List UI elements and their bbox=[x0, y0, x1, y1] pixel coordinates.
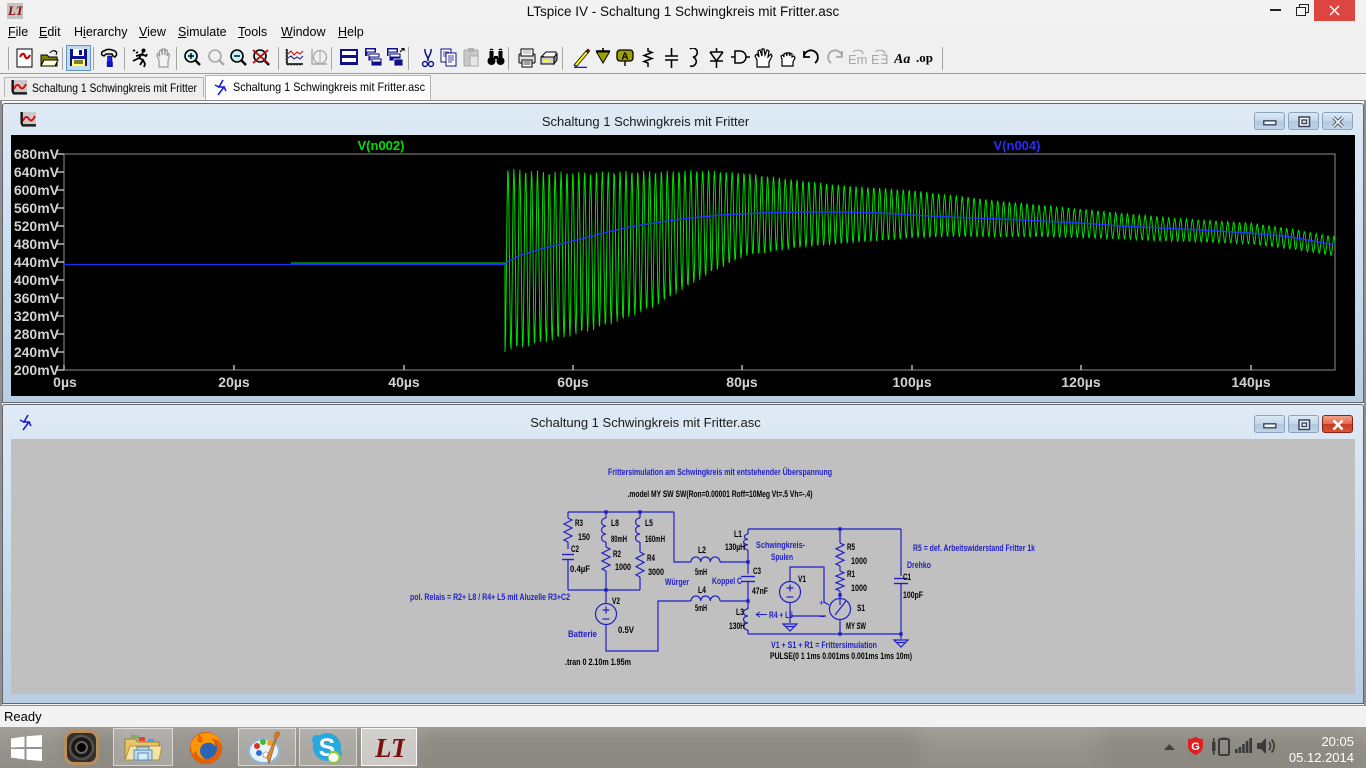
svg-text:280mV: 280mV bbox=[14, 326, 60, 342]
svg-text:Würger: Würger bbox=[665, 577, 689, 587]
svg-text:47nF: 47nF bbox=[752, 586, 768, 596]
svg-text:400mV: 400mV bbox=[14, 272, 60, 288]
svg-text:520mV: 520mV bbox=[14, 218, 60, 234]
svg-text:80mH: 80mH bbox=[611, 534, 627, 544]
svg-text:+: + bbox=[819, 598, 824, 608]
svg-text:Spulen: Spulen bbox=[771, 552, 793, 562]
svg-text:R5: R5 bbox=[847, 542, 855, 552]
svg-text:V(n004): V(n004) bbox=[994, 138, 1041, 153]
svg-text:0µs: 0µs bbox=[53, 374, 77, 390]
svg-text:S1: S1 bbox=[857, 603, 865, 613]
svg-text:20µs: 20µs bbox=[218, 374, 250, 390]
svg-text:3000: 3000 bbox=[648, 567, 664, 577]
svg-text:.tran 0 2.10m 1.95m: .tran 0 2.10m 1.95m bbox=[565, 657, 631, 667]
svg-text:0.4µF: 0.4µF bbox=[570, 564, 590, 574]
svg-text:1000: 1000 bbox=[851, 556, 867, 566]
svg-text:L1: L1 bbox=[734, 529, 742, 539]
svg-text:480mV: 480mV bbox=[14, 236, 60, 252]
svg-text:130H: 130H bbox=[729, 621, 745, 631]
svg-text:Schaltung 1 Schwingkreis mit F: Schaltung 1 Schwingkreis mit Fritter.asc bbox=[233, 80, 425, 94]
svg-text:0.5V: 0.5V bbox=[618, 625, 634, 635]
svg-text:Drehko: Drehko bbox=[907, 560, 931, 570]
svg-text:pol. Relais = R2+ L8 / R4+ L5: pol. Relais = R2+ L8 / R4+ L5 mit Aluzel… bbox=[410, 592, 570, 602]
svg-text:−: − bbox=[819, 612, 825, 623]
svg-text:60µs: 60µs bbox=[557, 374, 589, 390]
svg-text:120µs: 120µs bbox=[1061, 374, 1100, 390]
svg-text:Aa: Aa bbox=[894, 52, 910, 67]
svg-text:G: G bbox=[1191, 741, 1200, 753]
svg-text:V2: V2 bbox=[612, 596, 620, 606]
svg-text:640mV: 640mV bbox=[14, 164, 60, 180]
svg-text:V1: V1 bbox=[798, 574, 806, 584]
svg-text:MY SW: MY SW bbox=[846, 621, 866, 631]
svg-text:1000: 1000 bbox=[851, 583, 867, 593]
svg-text:1000: 1000 bbox=[615, 562, 631, 572]
svg-text:L2: L2 bbox=[698, 545, 706, 555]
svg-text:680mV: 680mV bbox=[14, 146, 60, 162]
svg-text:L8: L8 bbox=[611, 518, 619, 528]
svg-text:C1: C1 bbox=[903, 572, 911, 582]
svg-text:R4: R4 bbox=[647, 553, 655, 563]
svg-text:R4 + L5: R4 + L5 bbox=[769, 610, 793, 620]
svg-text:A: A bbox=[621, 52, 628, 63]
svg-text:320mV: 320mV bbox=[14, 308, 60, 324]
svg-text:360mV: 360mV bbox=[14, 290, 60, 306]
svg-text:.model MY SW SW(Ron=0.00001 Ro: .model MY SW SW(Ron=0.00001 Roff=10Meg V… bbox=[628, 489, 813, 499]
svg-text:C3: C3 bbox=[753, 566, 761, 576]
svg-text:V1 + S1 + R1 = Frittersimulati: V1 + S1 + R1 = Frittersimulation bbox=[771, 640, 877, 650]
svg-text:Em: Em bbox=[848, 52, 867, 67]
svg-text:R3: R3 bbox=[575, 518, 583, 528]
svg-text:L5: L5 bbox=[645, 518, 653, 528]
svg-text:80µs: 80µs bbox=[726, 374, 758, 390]
svg-text:R2: R2 bbox=[613, 549, 621, 559]
svg-text:E: E bbox=[871, 52, 880, 67]
svg-text:160mH: 160mH bbox=[645, 534, 665, 544]
svg-text:140µs: 140µs bbox=[1231, 374, 1270, 390]
svg-text:C2: C2 bbox=[571, 544, 579, 554]
svg-text:100pF: 100pF bbox=[903, 590, 923, 600]
svg-text:Schaltung 1 Schwingkreis mit F: Schaltung 1 Schwingkreis mit Fritter bbox=[32, 81, 197, 95]
svg-text:R1: R1 bbox=[847, 569, 855, 579]
svg-text:40µs: 40µs bbox=[388, 374, 420, 390]
svg-text:560mV: 560mV bbox=[14, 200, 60, 216]
svg-text:.op: .op bbox=[916, 50, 933, 65]
svg-text:Frittersimulation am Schwingkr: Frittersimulation am Schwingkreis mit en… bbox=[608, 467, 832, 477]
svg-text:5mH: 5mH bbox=[695, 567, 707, 577]
svg-text:V(n002): V(n002) bbox=[358, 138, 405, 153]
svg-text:5mH: 5mH bbox=[695, 603, 707, 613]
svg-text:150: 150 bbox=[578, 532, 590, 542]
svg-text:R5 = def. Arbeitswiderstand Fr: R5 = def. Arbeitswiderstand Fritter 1k bbox=[913, 543, 1036, 553]
svg-text:Koppel C: Koppel C bbox=[712, 576, 742, 586]
svg-text:130µH: 130µH bbox=[725, 542, 745, 552]
svg-text:L3: L3 bbox=[736, 607, 744, 617]
svg-text:440mV: 440mV bbox=[14, 254, 60, 270]
svg-text:PULSE(0 1 1ms 0.001ms 0.001ms: PULSE(0 1 1ms 0.001ms 0.001ms 1ms 10m) bbox=[770, 651, 912, 661]
svg-text:Batterie: Batterie bbox=[568, 629, 597, 639]
svg-text:Schwingkreis-: Schwingkreis- bbox=[756, 540, 805, 550]
svg-text:LT: LT bbox=[7, 3, 23, 18]
svg-text:600mV: 600mV bbox=[14, 182, 60, 198]
svg-text:LT: LT bbox=[375, 733, 405, 762]
svg-text:240mV: 240mV bbox=[14, 344, 60, 360]
svg-text:L4: L4 bbox=[698, 585, 706, 595]
svg-text:100µs: 100µs bbox=[892, 374, 931, 390]
